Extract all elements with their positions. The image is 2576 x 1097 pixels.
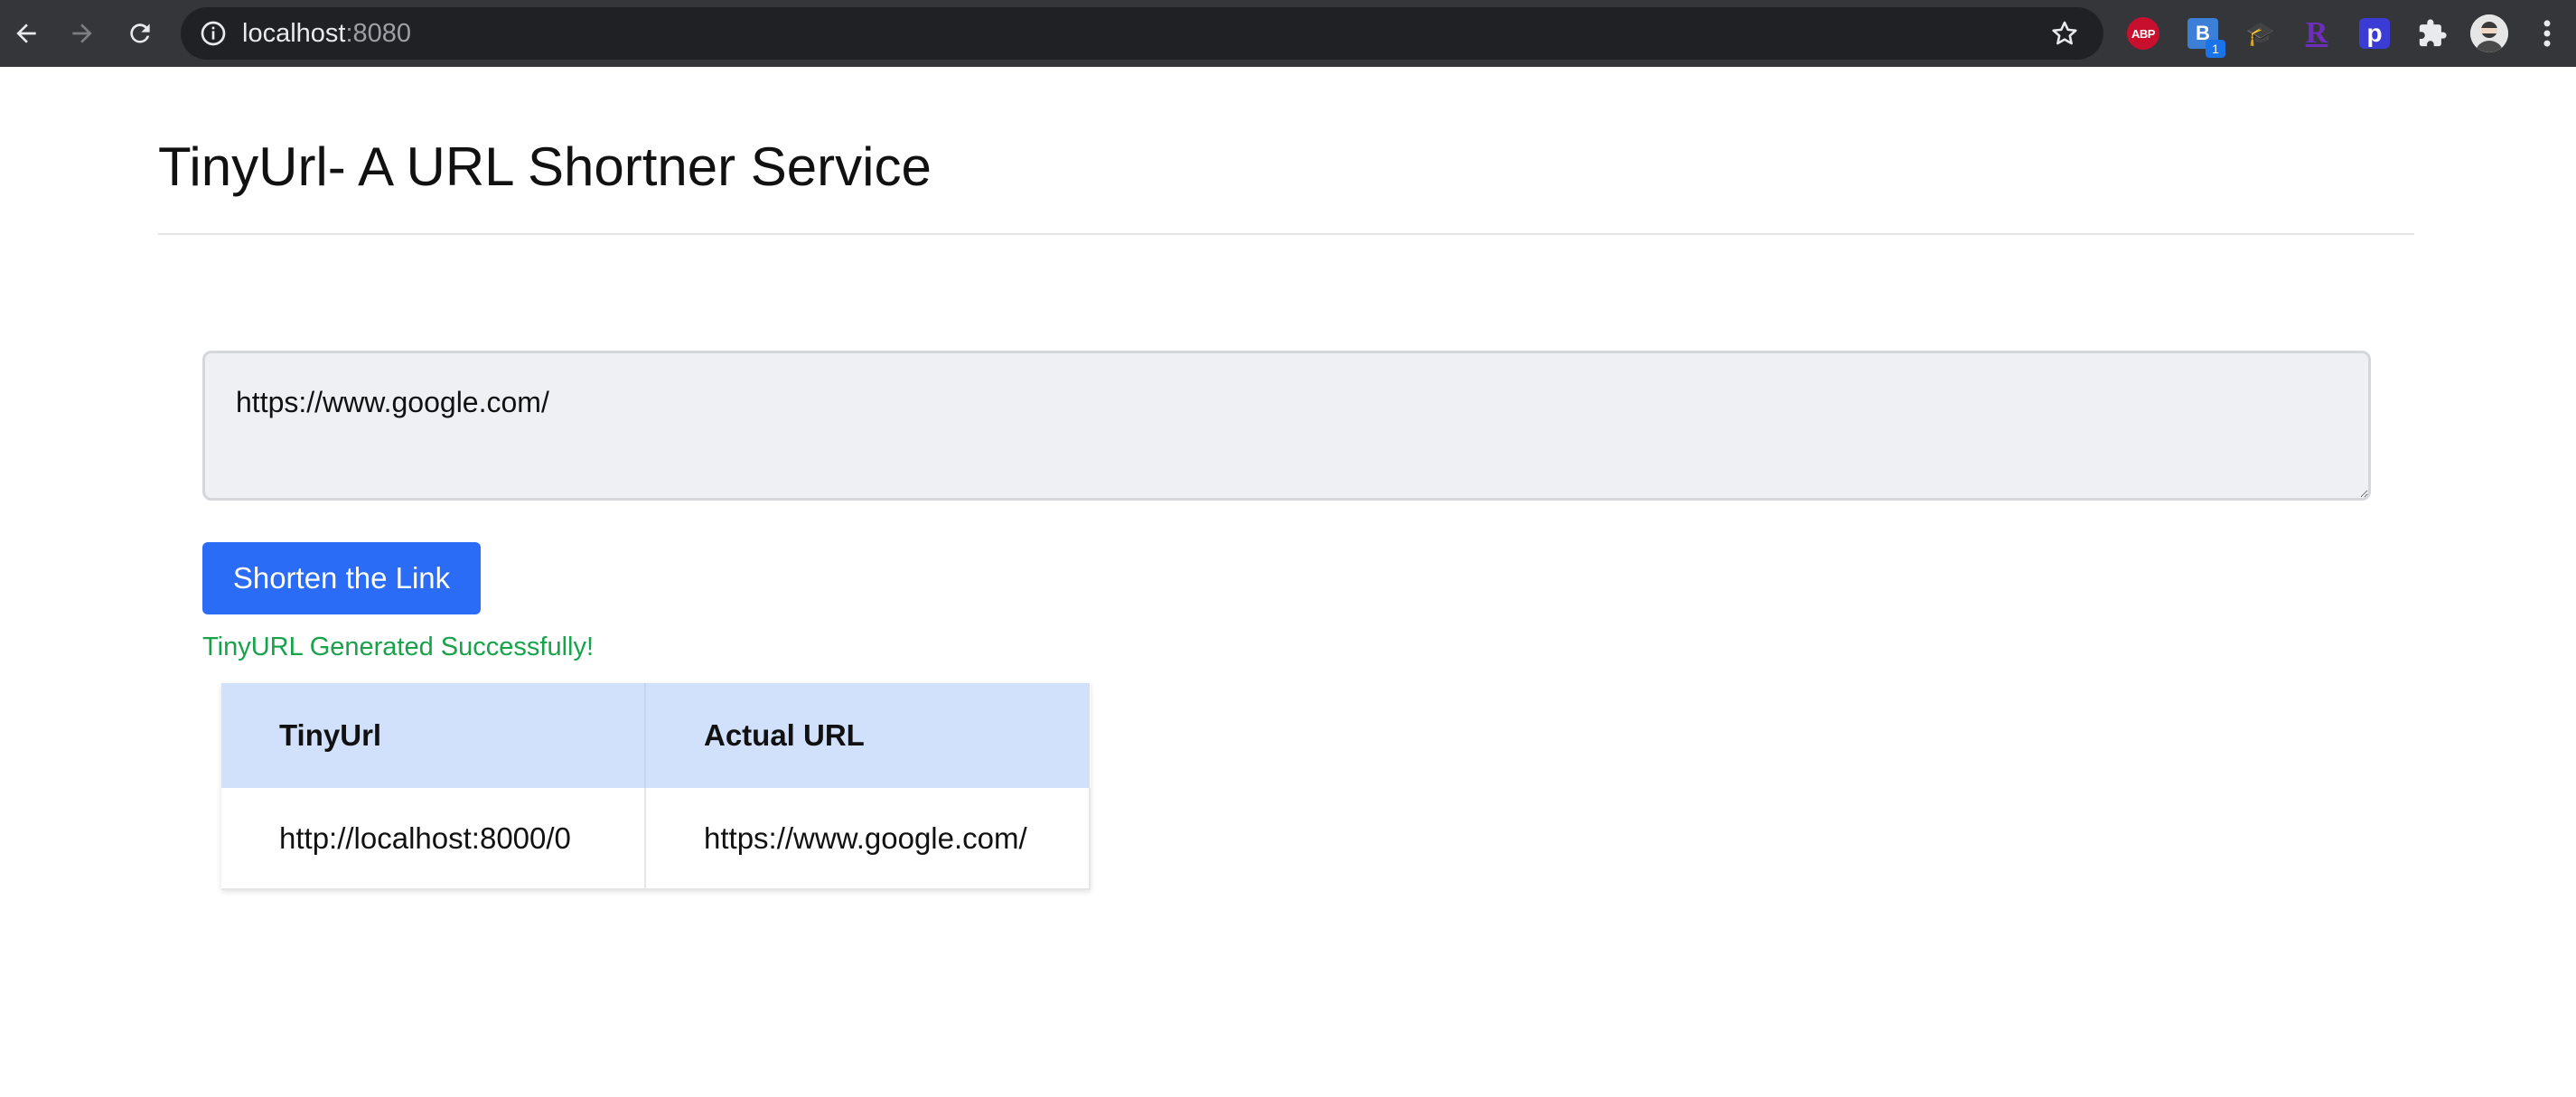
shorten-link-button[interactable]: Shorten the Link bbox=[202, 542, 481, 614]
address-bar[interactable]: localhost:8080 bbox=[181, 7, 2103, 60]
extension-badge: 1 bbox=[2206, 40, 2225, 58]
results-table: TinyUrl Actual URL http://localhost:8000… bbox=[221, 683, 1091, 890]
reload-icon bbox=[130, 23, 150, 43]
page-title: TinyUrl- A URL Shortner Service bbox=[158, 136, 932, 197]
bookmark-b-icon[interactable]: B1 bbox=[2185, 15, 2225, 58]
table-row: http://localhost:8000/0 https://www.goog… bbox=[221, 788, 1091, 889]
actual-url-cell[interactable]: https://www.google.com/ bbox=[645, 788, 1091, 889]
browser-toolbar: localhost:8080 ABP B1 🎓 R p bbox=[0, 0, 2576, 67]
r-extension-icon[interactable]: R bbox=[2299, 15, 2335, 52]
success-message: TinyURL Generated Successfully! bbox=[202, 633, 595, 661]
arrow-left-icon bbox=[16, 23, 36, 43]
url-host: localhost bbox=[242, 19, 346, 48]
forward-button[interactable] bbox=[60, 11, 105, 56]
info-icon[interactable] bbox=[199, 19, 228, 48]
graduation-cap-icon[interactable]: 🎓 bbox=[2243, 15, 2279, 52]
column-header-tinyurl: TinyUrl bbox=[221, 683, 646, 788]
title-divider bbox=[158, 233, 2414, 235]
reload-button[interactable] bbox=[117, 11, 163, 56]
arrow-right-icon bbox=[72, 23, 92, 43]
url-port: :8080 bbox=[345, 19, 412, 48]
table-header-row: TinyUrl Actual URL bbox=[221, 683, 1090, 788]
url-input[interactable]: https://www.google.com/ bbox=[202, 351, 2371, 501]
tinyurl-cell[interactable]: http://localhost:8000/0 bbox=[221, 788, 646, 889]
column-header-actual-url: Actual URL bbox=[704, 718, 865, 752]
more-vert-icon[interactable] bbox=[2535, 16, 2559, 51]
profile-avatar[interactable] bbox=[2470, 14, 2508, 52]
back-button[interactable] bbox=[4, 11, 49, 56]
extensions-puzzle-icon[interactable] bbox=[2414, 15, 2450, 52]
url-text[interactable]: localhost:8080 bbox=[242, 7, 411, 60]
p-extension-icon[interactable]: p bbox=[2356, 15, 2393, 52]
adblock-plus-icon[interactable]: ABP bbox=[2125, 15, 2161, 52]
star-icon[interactable] bbox=[2049, 18, 2080, 49]
